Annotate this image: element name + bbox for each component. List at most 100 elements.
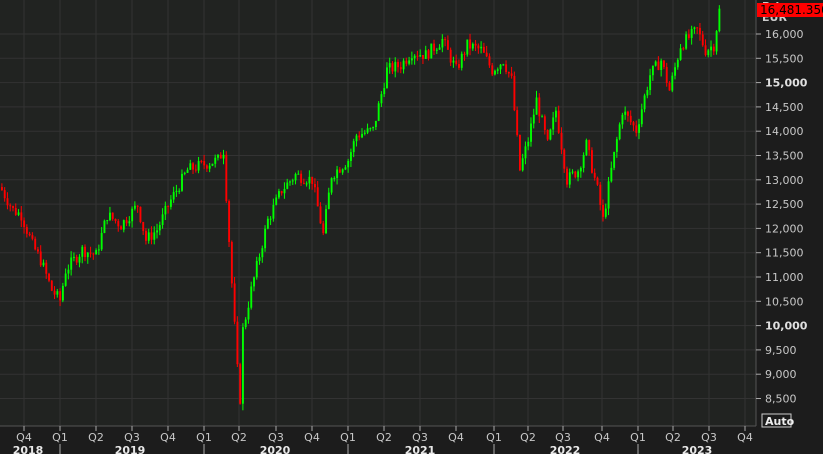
candle-body: [682, 48, 685, 50]
auto-scale-label[interactable]: Auto: [765, 415, 795, 428]
candle-body: [197, 161, 200, 171]
candle-body: [480, 46, 483, 49]
y-tick-label: 12,500: [765, 198, 804, 211]
candle-body: [532, 114, 535, 124]
candle-body: [164, 205, 167, 215]
candle-body: [161, 214, 164, 225]
quarter-label: Q2: [88, 431, 104, 444]
candle-body: [194, 169, 197, 171]
candle-body: [707, 50, 710, 56]
candle-body: [422, 55, 424, 59]
candle-body: [654, 61, 657, 66]
candle-body: [50, 280, 53, 291]
candle-body: [53, 290, 56, 295]
candle-body: [402, 60, 405, 70]
candle-body: [92, 253, 95, 255]
candle-body: [430, 43, 433, 59]
candle-body: [300, 173, 303, 183]
candle-body: [543, 116, 546, 131]
candle-body: [336, 169, 339, 179]
candle-body: [701, 34, 704, 46]
candle-body: [39, 251, 42, 266]
candle-body: [377, 103, 380, 121]
candle-body: [602, 204, 604, 217]
candle-body: [122, 220, 125, 230]
candle-body: [283, 188, 286, 194]
candle-body: [239, 364, 242, 404]
candle-body: [95, 250, 98, 255]
candle-body: [236, 321, 239, 365]
year-label: 2023: [682, 444, 713, 454]
candle-body: [527, 141, 530, 147]
chart-container: 16,000 15,500 15,000 14,500 14,000 13,500 13,0…: [0, 0, 823, 454]
candle-body: [560, 132, 563, 150]
y-tick-label: 14,500: [765, 101, 804, 114]
candle-body: [596, 177, 599, 185]
candle-body: [388, 63, 391, 68]
candle-body: [241, 327, 244, 404]
candle-body: [485, 52, 488, 57]
candle-body: [397, 61, 400, 68]
candle-body: [676, 59, 679, 68]
quarter-label: Q3: [124, 431, 140, 444]
candle-body: [469, 39, 472, 49]
candle-body: [566, 168, 568, 185]
candle-body: [45, 262, 48, 274]
candle-body: [319, 206, 322, 224]
candle-body: [552, 117, 555, 130]
candle-body: [530, 123, 532, 142]
candle-body: [344, 167, 347, 170]
candle-body: [632, 122, 635, 126]
candlestick-chart: 16,000 15,500 15,000 14,500 14,000 13,500 13,0…: [0, 0, 823, 454]
y-axis: 16,000 15,500 15,000 14,500 14,000 13,500 13,0…: [756, 28, 808, 406]
candle-body: [549, 129, 552, 140]
candle-body: [555, 110, 557, 118]
candle-body: [621, 114, 624, 125]
candle-body: [435, 49, 438, 51]
candle-body: [386, 67, 388, 89]
candle-body: [297, 173, 300, 175]
candle-body: [28, 233, 31, 236]
candle-body: [225, 154, 228, 202]
y-tick-label: 11,000: [765, 271, 804, 284]
candle-body: [607, 181, 610, 209]
candle-body: [100, 232, 103, 250]
candle-body: [12, 206, 14, 208]
candle-body: [269, 218, 272, 220]
candle-body: [535, 97, 538, 115]
y-tick-label: 11,500: [765, 247, 804, 260]
candle-body: [61, 285, 64, 301]
candle-body: [250, 286, 253, 308]
candle-body: [712, 46, 715, 52]
candle-body: [704, 45, 707, 56]
candle-body: [264, 228, 267, 249]
candle-body: [599, 184, 602, 205]
candle-body: [638, 124, 640, 133]
candle-body: [466, 39, 469, 55]
candle-body: [629, 115, 632, 123]
quarter-label: Q4: [160, 431, 176, 444]
candle-body: [153, 232, 156, 240]
candle-body: [383, 88, 386, 95]
candle-body: [253, 277, 255, 287]
candle-body: [103, 220, 106, 233]
candle-body: [471, 43, 474, 49]
candle-body: [73, 256, 75, 258]
candle-body: [696, 27, 699, 29]
candle-body: [169, 199, 172, 207]
candle-body: [106, 220, 109, 222]
candle-body: [416, 55, 419, 57]
candle-body: [291, 180, 294, 182]
candle-body: [524, 146, 527, 159]
last-price-label: 16,481.350: [760, 3, 823, 17]
candle-body: [391, 63, 394, 72]
candle-body: [78, 256, 81, 263]
candle-body: [427, 50, 430, 59]
candle-body: [120, 226, 123, 230]
candle-body: [358, 135, 361, 138]
candle-body: [643, 95, 646, 110]
candle-body: [214, 157, 217, 164]
quarter-label: Q2: [231, 431, 247, 444]
candle-body: [424, 50, 427, 59]
candle-body: [710, 46, 713, 51]
